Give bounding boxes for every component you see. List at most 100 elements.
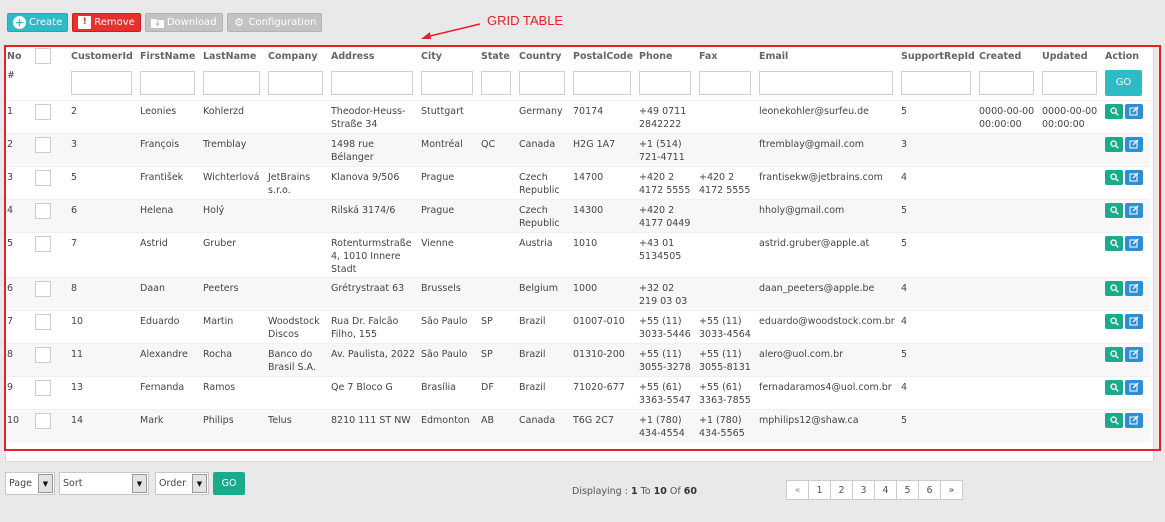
col-header[interactable]: City <box>420 46 480 66</box>
col-header[interactable]: Phone <box>638 46 698 66</box>
edit-button[interactable] <box>1125 280 1143 296</box>
row-checkbox[interactable] <box>35 103 51 120</box>
col-header[interactable]: Fax <box>698 46 758 66</box>
filter-postalcode-input[interactable] <box>573 70 631 95</box>
pager-page-button[interactable]: 5 <box>896 480 919 500</box>
table-row[interactable]: 8 11 Alexandre Rocha Banco do Brasil S.A. Av.… <box>6 342 1150 376</box>
row-checkbox[interactable] <box>35 235 51 252</box>
filter-updated-input[interactable] <box>1042 70 1097 95</box>
col-header[interactable]: FirstName <box>139 46 202 66</box>
filter-created-input[interactable] <box>979 70 1034 95</box>
row-checkbox[interactable] <box>35 412 51 429</box>
table-row[interactable]: 3 5 František Wichterlová JetBrains s.r.o. Kl… <box>6 165 1150 199</box>
row-checkbox[interactable] <box>35 379 51 396</box>
edit-button[interactable] <box>1125 202 1143 218</box>
download-button[interactable]: Download <box>144 13 223 32</box>
create-button[interactable]: + Create <box>7 13 69 32</box>
filter-supportrepid-input[interactable] <box>901 70 971 95</box>
col-header[interactable]: PostalCode <box>572 46 638 66</box>
table-row[interactable]: 10 14 Mark Philips Telus 8210 111 ST NW Edmont… <box>6 408 1150 442</box>
pager-page-button[interactable]: 1 <box>808 480 831 500</box>
edit-button[interactable] <box>1125 313 1143 329</box>
col-header[interactable]: Email <box>758 46 900 66</box>
filter-customerid-input[interactable] <box>71 70 132 95</box>
state-cell: SP <box>480 309 518 343</box>
filter-phone-input[interactable] <box>639 70 691 95</box>
table-row[interactable]: 6 8 Daan Peeters Grétrystraat 63 Brussels Belg… <box>6 276 1150 310</box>
filter-state-input[interactable] <box>481 70 511 95</box>
filter-company-input[interactable] <box>268 70 323 95</box>
filter-city-input[interactable] <box>421 70 473 95</box>
filter-fax-input[interactable] <box>699 70 751 95</box>
pager-next-button[interactable]: » <box>940 480 963 500</box>
page-select[interactable]: Page ▼ <box>5 472 55 495</box>
edit-button[interactable] <box>1125 136 1143 152</box>
edit-button[interactable] <box>1125 235 1143 251</box>
row-checkbox[interactable] <box>35 346 51 363</box>
filter-email-input[interactable] <box>759 70 893 95</box>
col-header[interactable]: Created <box>978 46 1041 66</box>
sort-select[interactable]: Sort ▼ <box>59 472 149 495</box>
pager-page-button[interactable]: 4 <box>874 480 897 500</box>
city-cell: Edmonton <box>420 408 480 442</box>
view-button[interactable] <box>1105 103 1123 119</box>
row-checkbox[interactable] <box>35 136 51 153</box>
col-header[interactable]: State <box>480 46 518 66</box>
search-icon <box>1109 349 1119 359</box>
col-header[interactable]: Country <box>518 46 572 66</box>
row-checkbox[interactable] <box>35 169 51 186</box>
col-header[interactable]: CustomerId <box>70 46 139 66</box>
table-row[interactable]: 5 7 Astrid Gruber Rotenturmstraße 4, 1010 In… <box>6 231 1150 277</box>
pager-prev-button[interactable]: « <box>786 480 809 500</box>
col-header[interactable]: Address <box>330 46 420 66</box>
table-row[interactable]: 7 10 Eduardo Martin Woodstock Discos Rua Dr. … <box>6 309 1150 343</box>
edit-button[interactable] <box>1125 346 1143 362</box>
pager-page-button[interactable]: 6 <box>918 480 941 500</box>
company-cell: JetBrains s.r.o. <box>267 165 330 199</box>
filter-address-input[interactable] <box>331 70 413 95</box>
edit-icon <box>1129 316 1139 326</box>
view-button[interactable] <box>1105 379 1123 395</box>
order-select[interactable]: Order ▼ <box>155 472 209 495</box>
view-button[interactable] <box>1105 202 1123 218</box>
configuration-button[interactable]: ⚙ Configuration <box>226 13 323 32</box>
view-button[interactable] <box>1105 136 1123 152</box>
row-checkbox[interactable] <box>35 313 51 330</box>
footer-go-button[interactable]: GO <box>213 472 245 495</box>
col-header[interactable]: Updated <box>1041 46 1104 66</box>
remove-button[interactable]: ! Remove <box>72 13 141 32</box>
created-cell: 0000-00-00 00:00:00 <box>978 99 1041 133</box>
view-button[interactable] <box>1105 412 1123 428</box>
view-button[interactable] <box>1105 280 1123 296</box>
updated-cell <box>1041 132 1104 166</box>
view-button[interactable] <box>1105 235 1123 251</box>
view-button[interactable] <box>1105 313 1123 329</box>
table-row[interactable]: 4 6 Helena Holý Rilská 3174/6 Prague Czech Rep… <box>6 198 1150 232</box>
row-checkbox[interactable] <box>35 280 51 297</box>
edit-button[interactable] <box>1125 169 1143 185</box>
filter-go-button[interactable]: GO <box>1105 69 1142 96</box>
filter-country-input[interactable] <box>519 70 565 95</box>
table-row[interactable]: 2 3 François Tremblay 1498 rue Bélanger Montr… <box>6 132 1150 166</box>
view-button[interactable] <box>1105 346 1123 362</box>
filter-firstname-input[interactable] <box>140 70 195 95</box>
select-all-checkbox[interactable] <box>35 48 51 64</box>
pager-page-button[interactable]: 3 <box>852 480 875 500</box>
select-all-header[interactable] <box>34 46 70 66</box>
table-row[interactable]: 1 2 Leonies Kohlerzd Theodor-Heuss-Straße 34… <box>6 99 1150 133</box>
postalcode-cell: 01310-200 <box>572 342 638 376</box>
row-checkbox[interactable] <box>35 202 51 219</box>
col-header[interactable]: SupportRepId <box>900 46 978 66</box>
fax-cell: +55 (61) 3363-7855 <box>698 375 758 409</box>
col-header[interactable]: No <box>6 46 34 66</box>
fax-cell <box>698 99 758 133</box>
edit-button[interactable] <box>1125 379 1143 395</box>
edit-button[interactable] <box>1125 103 1143 119</box>
edit-button[interactable] <box>1125 412 1143 428</box>
pager-page-button[interactable]: 2 <box>830 480 853 500</box>
col-header[interactable]: Company <box>267 46 330 66</box>
filter-lastname-input[interactable] <box>203 70 260 95</box>
view-button[interactable] <box>1105 169 1123 185</box>
table-row[interactable]: 9 13 Fernanda Ramos Qe 7 Bloco G Brasília DF Br… <box>6 375 1150 409</box>
col-header[interactable]: LastName <box>202 46 267 66</box>
